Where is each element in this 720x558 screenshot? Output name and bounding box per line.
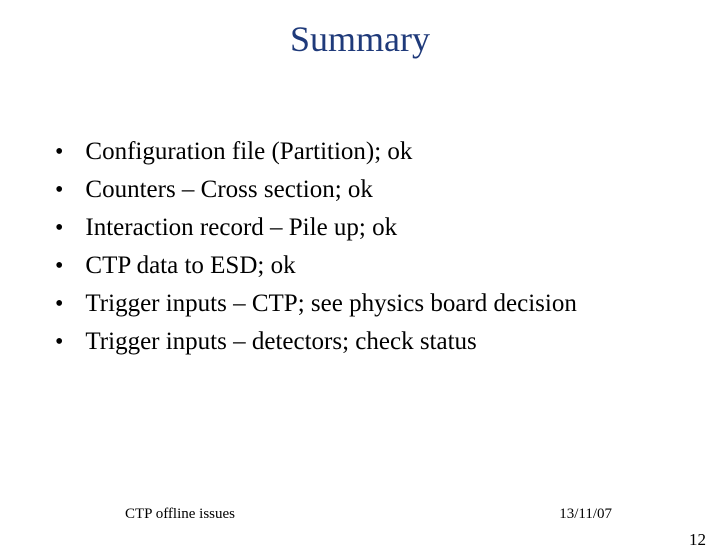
bullet-icon: •: [55, 325, 63, 359]
bullet-text: Counters – Cross section; ok: [85, 173, 373, 207]
bullet-icon: •: [55, 211, 63, 245]
list-item: • Counters – Cross section; ok: [55, 173, 660, 207]
list-item: • CTP data to ESD; ok: [55, 249, 660, 283]
page-number: 12: [689, 530, 706, 550]
page-title: Summary: [0, 18, 720, 60]
bullet-icon: •: [55, 135, 63, 169]
bullet-text: Configuration file (Partition); ok: [85, 135, 412, 169]
bullet-text: Trigger inputs – detectors; check status: [85, 325, 476, 359]
bullet-icon: •: [55, 287, 63, 321]
bullet-text: Interaction record – Pile up; ok: [85, 211, 397, 245]
footer-left: CTP offline issues: [125, 506, 235, 523]
bullet-icon: •: [55, 249, 63, 283]
list-item: • Configuration file (Partition); ok: [55, 135, 660, 169]
list-item: • Trigger inputs – detectors; check stat…: [55, 325, 660, 359]
bullet-list: • Configuration file (Partition); ok • C…: [55, 135, 660, 359]
list-item: • Interaction record – Pile up; ok: [55, 211, 660, 245]
bullet-text: CTP data to ESD; ok: [85, 249, 295, 283]
bullet-icon: •: [55, 173, 63, 207]
footer-right: 13/11/07: [559, 506, 612, 523]
bullet-text: Trigger inputs – CTP; see physics board …: [85, 287, 576, 321]
list-item: • Trigger inputs – CTP; see physics boar…: [55, 287, 660, 321]
